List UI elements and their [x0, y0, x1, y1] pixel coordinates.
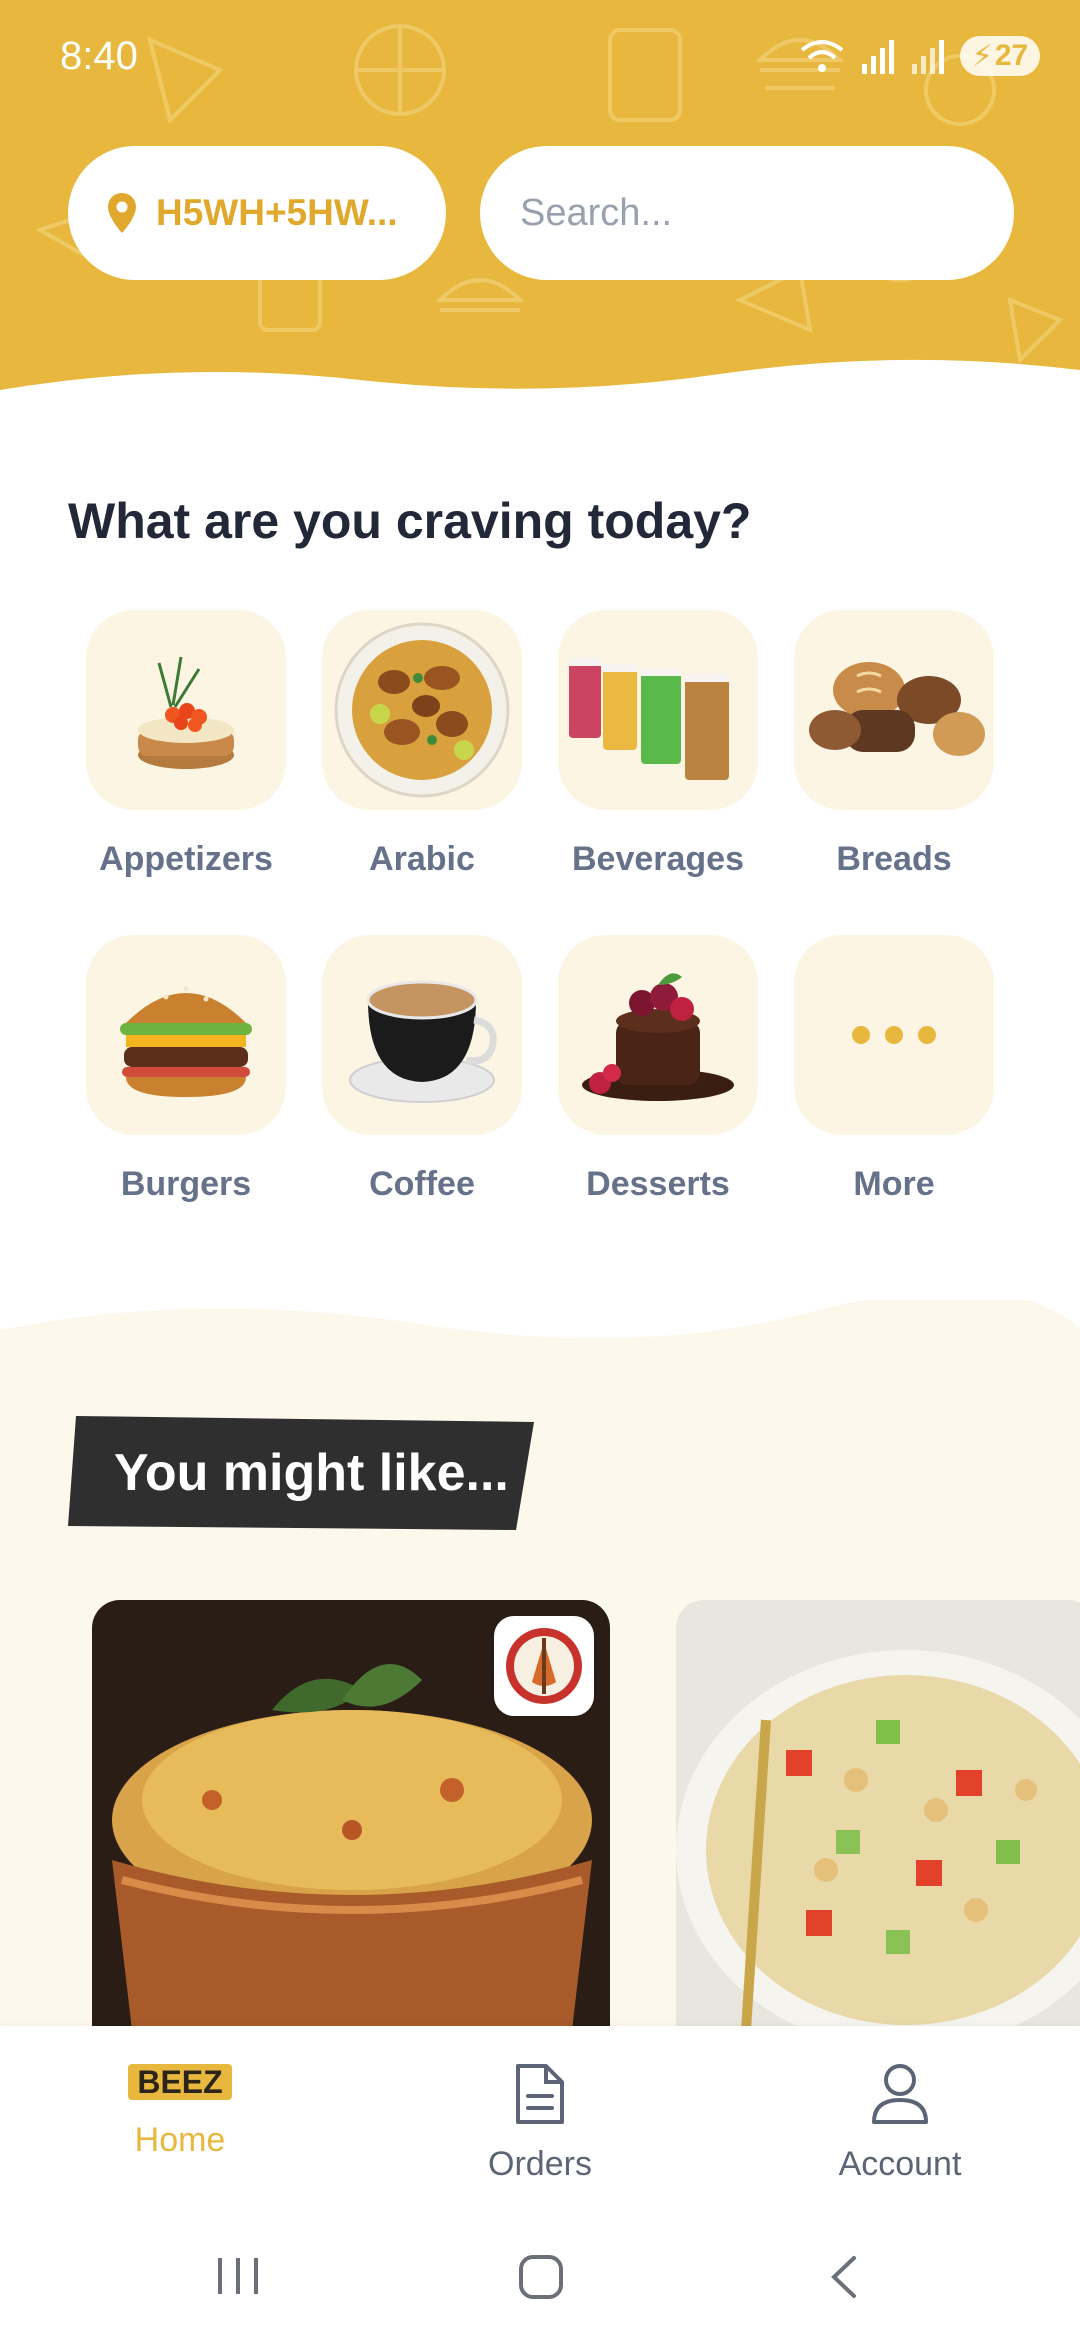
category-tile — [794, 935, 994, 1135]
breads-image — [809, 662, 985, 756]
document-icon — [516, 2064, 564, 2124]
search-bar[interactable] — [480, 146, 1014, 280]
nav-account[interactable]: Account — [790, 2062, 1010, 2184]
category-beverages[interactable]: Beverages — [558, 610, 758, 879]
nav-orders-label: Orders — [488, 2145, 592, 2183]
system-navigation-bar — [0, 2206, 1080, 2340]
nav-home[interactable]: BEEZ Home — [70, 2062, 290, 2160]
nav-orders[interactable]: Orders — [430, 2062, 650, 2184]
status-bar: 8:40 ⚡ 27 — [0, 0, 1080, 110]
category-label: Breads — [836, 840, 952, 878]
battery-indicator: ⚡ 27 — [960, 36, 1040, 76]
category-label: Beverages — [571, 840, 744, 878]
home-button-icon[interactable] — [518, 2254, 564, 2300]
category-tile — [794, 610, 994, 810]
category-label: More — [853, 1165, 935, 1203]
category-coffee[interactable]: Coffee — [322, 935, 522, 1204]
appetizer-image — [138, 656, 234, 769]
restaurant-logo — [494, 1616, 594, 1716]
location-label: H5WH+5HW... — [156, 192, 398, 233]
category-more[interactable]: More — [794, 935, 994, 1204]
recommendations-title: You might like... — [114, 1444, 509, 1502]
battery-level: 27 — [994, 39, 1029, 72]
dessert-image — [582, 973, 734, 1101]
category-tile — [322, 935, 522, 1135]
category-breads[interactable]: Breads — [794, 610, 994, 879]
recommendation-card[interactable] — [92, 1600, 610, 2030]
recent-apps-icon[interactable] — [216, 2254, 260, 2298]
category-label: Burgers — [120, 1165, 252, 1203]
charging-icon: ⚡ — [971, 39, 993, 73]
search-input[interactable] — [520, 191, 1009, 235]
nav-home-label: Home — [134, 2121, 226, 2159]
arabic-dish-image — [334, 622, 510, 798]
category-burgers[interactable]: Burgers — [86, 935, 286, 1204]
header-wave — [0, 359, 1080, 400]
recommendation-card-2[interactable] — [676, 1600, 1080, 2030]
salad-image — [676, 1600, 1080, 2030]
category-label: Desserts — [586, 1165, 730, 1203]
wifi-icon — [800, 40, 844, 72]
category-desserts[interactable]: Desserts — [558, 935, 758, 1204]
category-tile — [86, 610, 286, 810]
coffee-image — [349, 980, 497, 1103]
more-dots-icon — [852, 1026, 936, 1044]
category-arabic[interactable]: Arabic — [322, 610, 522, 879]
category-tile — [322, 610, 522, 810]
bottom-navigation: BEEZ Home Orders Account — [0, 2026, 1080, 2206]
brand-logo-text: BEEZ — [137, 2064, 222, 2100]
category-label: Arabic — [369, 840, 475, 878]
shawarma-logo-icon — [506, 1628, 582, 1704]
location-selector[interactable]: H5WH+5HW... — [68, 146, 446, 280]
category-label: Appetizers — [99, 840, 273, 878]
category-tile — [558, 935, 758, 1135]
location-pin-icon — [108, 193, 136, 233]
back-icon[interactable] — [826, 2254, 862, 2300]
nav-account-label: Account — [838, 2145, 962, 2183]
header-banner: 8:40 ⚡ 27 H5WH+5HW... — [0, 0, 1080, 400]
category-label: Coffee — [369, 1165, 475, 1203]
status-icons: ⚡ 27 — [798, 34, 1040, 78]
signal-icon-2 — [912, 40, 944, 74]
beez-logo: BEEZ — [128, 2064, 232, 2100]
categories-title: What are you craving today? — [68, 493, 752, 549]
beverages-image — [569, 658, 729, 780]
category-tile — [558, 610, 758, 810]
burger-image — [120, 986, 252, 1097]
user-icon — [872, 2064, 928, 2124]
category-tile — [86, 935, 286, 1135]
status-time: 8:40 — [60, 34, 138, 78]
signal-icon — [862, 40, 894, 74]
category-appetizers[interactable]: Appetizers — [86, 610, 286, 879]
